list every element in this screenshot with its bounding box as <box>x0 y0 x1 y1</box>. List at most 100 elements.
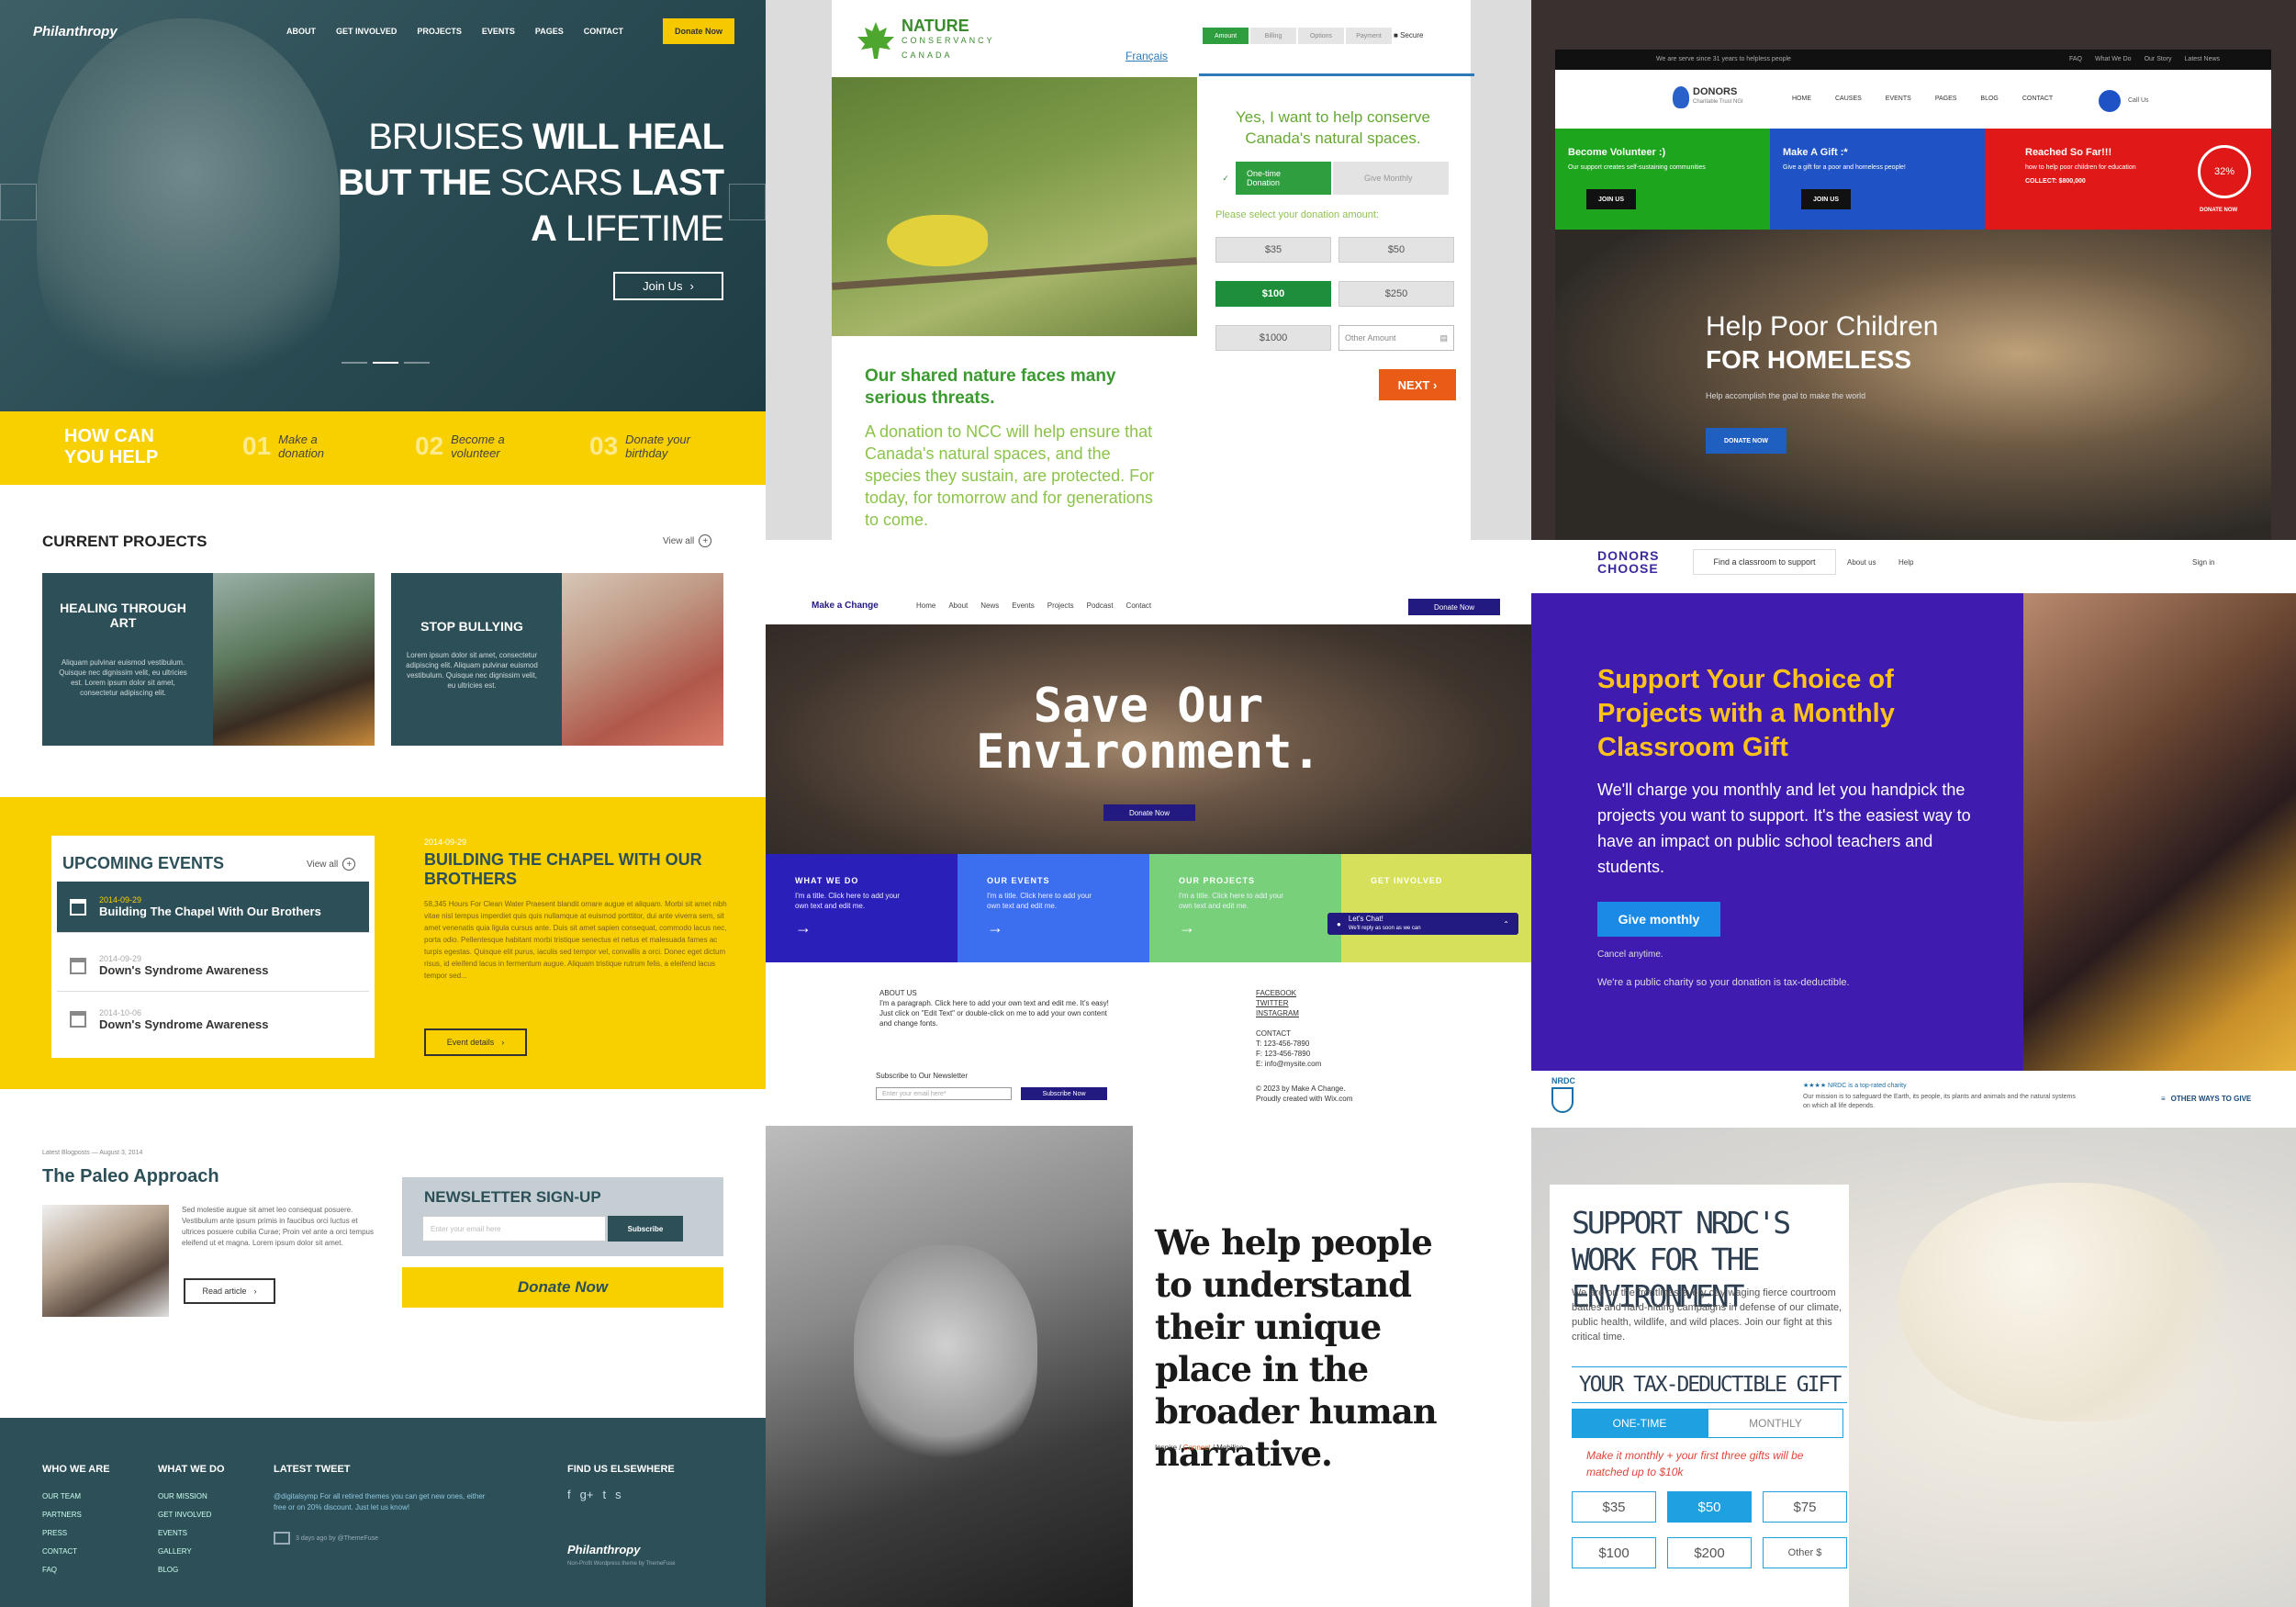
francais-link[interactable]: Français <box>1126 50 1168 62</box>
amount-100[interactable]: $100 <box>1215 281 1331 307</box>
nav-get-involved[interactable]: GET INVOLVED <box>336 27 397 36</box>
footer-link[interactable]: GET INVOLVED <box>158 1506 211 1524</box>
next-arrow-icon[interactable] <box>729 184 766 220</box>
read-article-button[interactable]: Read article › <box>184 1278 275 1304</box>
top-link[interactable]: What We Do <box>2095 56 2132 62</box>
join-us-button[interactable]: JOIN US <box>1801 189 1851 209</box>
donate-now-big-button[interactable]: Donate Now <box>402 1267 723 1308</box>
nav-contact[interactable]: Contact <box>1126 601 1152 610</box>
view-all-projects-link[interactable]: View all + <box>663 534 712 547</box>
step-become-volunteer[interactable]: 02 Become a volunteer <box>415 432 533 461</box>
tab-options[interactable]: Options <box>1298 28 1344 44</box>
subscribe-button[interactable]: Subscribe <box>608 1216 683 1242</box>
nav-events[interactable]: EVENTS <box>482 27 515 36</box>
nrdc-logo[interactable]: NRDC <box>1551 1076 1575 1117</box>
slide-dot[interactable] <box>342 362 367 364</box>
top-link[interactable]: Our Story <box>2145 56 2172 62</box>
step-make-donation[interactable]: 01 Make a donation <box>242 432 361 461</box>
nav-pages[interactable]: PAGES <box>1935 96 1957 102</box>
skype-icon[interactable]: s <box>615 1488 622 1501</box>
other-ways-link[interactable]: ≡ OTHER WAYS TO GIVE <box>2161 1095 2251 1103</box>
chat-widget[interactable]: ● Let's Chat! We'll reply as soon as we ca… <box>1327 913 1518 935</box>
next-button[interactable]: NEXT › <box>1379 369 1456 400</box>
amount-35[interactable]: $35 <box>1572 1491 1656 1523</box>
twitter-icon[interactable]: t <box>602 1488 606 1501</box>
top-link[interactable]: FAQ <box>2069 56 2082 62</box>
nav-blog[interactable]: BLOG <box>1980 96 1998 102</box>
nav-about[interactable]: ABOUT <box>286 27 316 36</box>
footer-link[interactable]: OUR TEAM <box>42 1488 82 1506</box>
event-row[interactable]: 2014-09-29 Building The Chapel With Our B… <box>57 882 369 933</box>
dc-logo[interactable]: DONORS CHOOSE <box>1597 549 1659 575</box>
one-time-toggle[interactable]: ✓ One-time Donation <box>1215 162 1331 195</box>
slider-dots[interactable] <box>342 362 430 364</box>
nav-projects[interactable]: Projects <box>1047 601 1074 610</box>
nav-causes[interactable]: CAUSES <box>1835 96 1862 102</box>
amount-75[interactable]: $75 <box>1763 1491 1847 1523</box>
tile-our-projects[interactable]: OUR PROJECTS I'm a title. Click here to a… <box>1149 854 1341 962</box>
nav-home[interactable]: HOME <box>1792 96 1811 102</box>
footer-link[interactable]: EVENTS <box>158 1524 211 1543</box>
event-row[interactable]: 2014-09-29 Down's Syndrome Awareness <box>57 940 369 992</box>
brand-logo[interactable]: Philanthropy <box>33 24 118 39</box>
amount-100[interactable]: $100 <box>1572 1537 1656 1568</box>
other-amount-input[interactable]: Other Amount ▤ <box>1338 325 1454 351</box>
event-details-button[interactable]: Event details › <box>424 1028 527 1056</box>
nav-about[interactable]: About <box>948 601 968 610</box>
footer-link[interactable]: PARTNERS <box>42 1506 82 1524</box>
crumb-item[interactable]: Inspire <box>1155 1444 1177 1452</box>
project-card[interactable]: STOP BULLYING Lorem ipsum dolor sit amet… <box>391 573 723 746</box>
give-monthly-button[interactable]: Give monthly <box>1597 902 1720 937</box>
nav-news[interactable]: News <box>980 601 999 610</box>
footer-link[interactable]: GALLERY <box>158 1543 211 1561</box>
hero-donate-button[interactable]: Donate Now <box>1103 804 1195 821</box>
nav-events[interactable]: EVENTS <box>1886 96 1911 102</box>
nav-contact[interactable]: CONTACT <box>584 27 623 36</box>
donate-now-button[interactable]: Donate Now <box>1408 599 1500 615</box>
amount-50[interactable]: $50 <box>1667 1491 1752 1523</box>
email-input[interactable]: Enter your email here* <box>876 1087 1012 1100</box>
subscribe-now-button[interactable]: Subscribe Now <box>1021 1087 1107 1100</box>
tile-our-events[interactable]: OUR EVENTS I'm a title. Click here to add… <box>958 854 1149 962</box>
tile-get-involved[interactable]: GET INVOLVED <box>1341 854 1531 962</box>
prev-arrow-icon[interactable] <box>0 184 37 220</box>
footer-link[interactable]: FAQ <box>42 1561 82 1579</box>
nav-projects[interactable]: PROJECTS <box>417 27 462 36</box>
crumb-item[interactable]: Mobilise <box>1216 1444 1243 1452</box>
find-classroom-button[interactable]: Find a classroom to support <box>1693 549 1836 575</box>
amount-35[interactable]: $35 <box>1215 237 1331 263</box>
tab-payment[interactable]: Payment <box>1346 28 1392 44</box>
help-link[interactable]: Help <box>1898 558 1913 567</box>
twitter-link[interactable]: TWITTER <box>1256 998 1299 1008</box>
footer-link[interactable]: CONTACT <box>42 1543 82 1561</box>
footer-link[interactable]: OUR MISSION <box>158 1488 211 1506</box>
monthly-toggle[interactable]: MONTHLY <box>1708 1409 1843 1438</box>
about-us-link[interactable]: About us <box>1847 558 1876 567</box>
donate-now-link[interactable]: DONATE NOW <box>2200 208 2237 213</box>
facebook-icon[interactable]: f <box>567 1488 571 1501</box>
view-all-events-link[interactable]: View all + <box>307 858 356 871</box>
join-us-button[interactable]: Join Us › <box>613 272 723 300</box>
top-link[interactable]: Latest News <box>2185 56 2221 62</box>
facebook-link[interactable]: FACEBOOK <box>1256 988 1299 998</box>
join-us-button[interactable]: JOIN US <box>1586 189 1636 209</box>
donate-now-button[interactable]: DONATE NOW <box>1706 428 1786 454</box>
one-time-toggle[interactable]: ONE-TIME <box>1572 1409 1708 1438</box>
ncc-logo[interactable]: NATURE CONSERVANCY CANADA <box>902 17 995 62</box>
nav-podcast[interactable]: Podcast <box>1087 601 1114 610</box>
googleplus-icon[interactable]: g+ <box>580 1488 594 1501</box>
nav-contact[interactable]: CONTACT <box>2022 96 2053 102</box>
footer-link[interactable]: BLOG <box>158 1561 211 1579</box>
nav-home[interactable]: Home <box>916 601 935 610</box>
crumb-item[interactable]: Connect <box>1183 1444 1211 1452</box>
step-donate-birthday[interactable]: 03 Donate your birthday <box>589 432 708 461</box>
slide-dot[interactable] <box>404 362 430 364</box>
tab-billing[interactable]: Billing <box>1250 28 1296 44</box>
sign-in-link[interactable]: Sign in <box>2192 558 2214 567</box>
newsletter-email-input[interactable]: Enter your email here <box>422 1216 606 1242</box>
amount-1000[interactable]: $1000 <box>1215 325 1331 351</box>
mc-brand[interactable]: Make a Change <box>812 601 879 611</box>
donors-logo[interactable]: DONORS <box>1693 86 1737 97</box>
amount-50[interactable]: $50 <box>1338 237 1454 263</box>
nav-events[interactable]: Events <box>1012 601 1034 610</box>
